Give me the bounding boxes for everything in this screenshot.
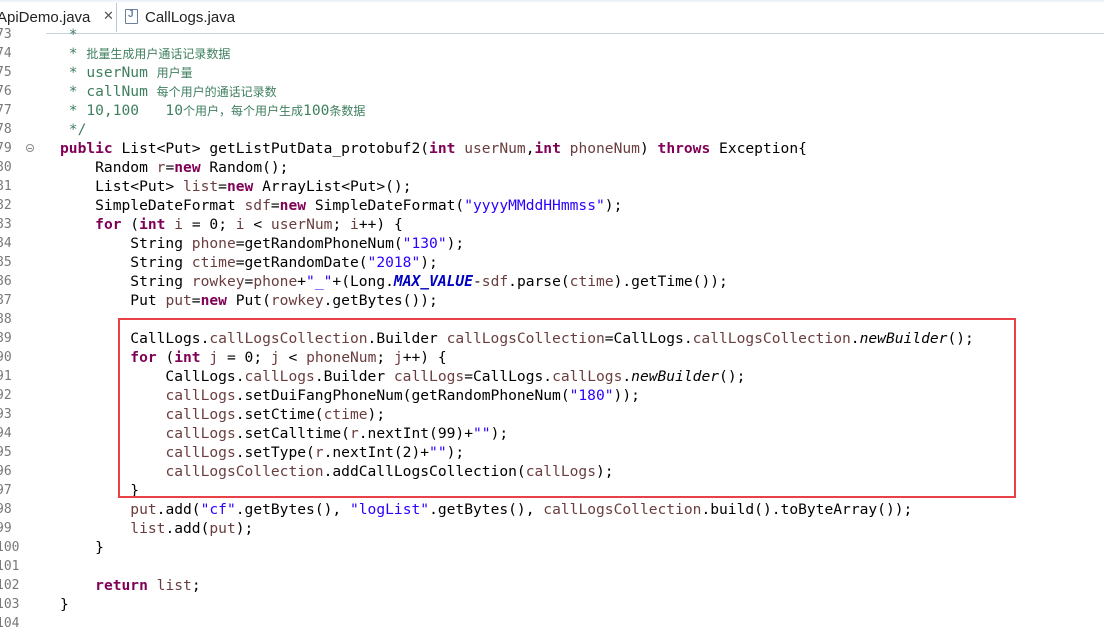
close-icon[interactable]: ✕ [103,8,114,24]
code-line[interactable]: 80 Random r=new Random(); [0,158,1104,177]
code-text: callLogs.setCalltime(r.nextInt(99)+""); [165,425,509,442]
line-number: 78 [0,122,12,137]
tab-label: CallLogs.java [145,9,236,26]
code-text: * [60,26,78,43]
code-line[interactable]: 83 for (int i = 0; i < userNum; i++) { [0,215,1104,234]
code-line[interactable]: 77 * 10,100 10个用户，每个用户生成100条数据 [0,101,1104,120]
line-number: 93 [0,407,12,422]
code-text: List<Put> list=new ArrayList<Put>(); [60,178,412,195]
code-text: * userNum 用户量 [60,64,193,81]
code-text: } [60,596,69,613]
code-text: SimpleDateFormat sdf=new SimpleDateForma… [60,197,623,214]
line-number: 87 [0,293,12,308]
code-line[interactable]: 74 * 批量生成用户通话记录数据 [0,44,1104,63]
code-text: String ctime=getRandomDate("2018"); [60,254,438,271]
code-line[interactable]: 97 } [0,481,1104,500]
code-line[interactable]: 102 return list; [0,576,1104,595]
code-text: } [60,539,104,556]
code-text: String rowkey=phone+"_"+(Long.MAX_VALUE-… [60,273,728,290]
line-number: 102 [0,578,20,593]
code-line[interactable]: 82 SimpleDateFormat sdf=new SimpleDateFo… [0,196,1104,215]
code-text: put.add("cf".getBytes(), "logList".getBy… [130,501,913,518]
code-line[interactable]: 100 } [0,538,1104,557]
line-number: 96 [0,464,12,479]
code-line[interactable]: 85 String ctime=getRandomDate("2018"); [0,253,1104,272]
code-text: CallLogs.callLogs.Builder callLogs=CallL… [60,368,746,385]
line-number: 91 [0,369,12,384]
code-text: CallLogs.callLogsCollection.Builder call… [60,330,974,347]
java-file-icon [125,9,138,24]
code-text: Random r=new Random(); [60,159,289,176]
line-number: 81 [0,179,12,194]
code-line[interactable]: 94 callLogs.setCalltime(r.nextInt(99)+""… [0,424,1104,443]
line-number: 99 [0,521,12,536]
fold-toggle-icon[interactable] [26,144,34,152]
code-line[interactable]: 78 */ [0,120,1104,139]
code-line[interactable]: 88 [0,310,1104,329]
line-number: 103 [0,597,20,612]
code-line[interactable]: 99 list.add(put); [0,519,1104,538]
code-line[interactable]: 81 List<Put> list=new ArrayList<Put>(); [0,177,1104,196]
code-text: * 批量生成用户通话记录数据 [60,45,231,62]
code-line[interactable]: 84 String phone=getRandomPhoneNum("130")… [0,234,1104,253]
code-line[interactable]: 79 public List<Put> getListPutData_protob… [0,139,1104,158]
code-line[interactable]: 92 callLogs.setDuiFangPhoneNum(getRandom… [0,386,1104,405]
line-number: 92 [0,388,12,403]
line-number: 86 [0,274,12,289]
code-text: public List<Put> getListPutData_protobuf… [60,140,807,157]
line-number: 73 [0,27,12,42]
line-number: 75 [0,65,12,80]
line-number: 76 [0,84,12,99]
code-text: */ [60,121,87,138]
code-text: callLogs.setType(r.nextInt(2)+""); [165,444,465,461]
line-number: 104 [0,616,20,631]
code-text: list.add(put); [130,520,254,537]
line-number: 85 [0,255,12,270]
code-line[interactable]: 91 CallLogs.callLogs.Builder callLogs=Ca… [0,367,1104,386]
code-text: Put put=new Put(rowkey.getBytes()); [60,292,438,309]
line-number: 88 [0,312,12,327]
code-text: return list; [95,577,201,594]
line-number: 97 [0,483,12,498]
code-line[interactable]: 104 [0,614,1104,633]
code-line[interactable]: 98 put.add("cf".getBytes(), "logList".ge… [0,500,1104,519]
code-line[interactable]: 93 callLogs.setCtime(ctime); [0,405,1104,424]
code-line[interactable]: 89 CallLogs.callLogsCollection.Builder c… [0,329,1104,348]
line-number: 83 [0,217,12,232]
line-number: 101 [0,559,20,574]
line-number: 89 [0,331,12,346]
code-line[interactable]: 86 String rowkey=phone+"_"+(Long.MAX_VAL… [0,272,1104,291]
code-text: callLogs.setCtime(ctime); [165,406,386,423]
line-number: 82 [0,198,12,213]
line-number: 74 [0,46,12,61]
line-number: 77 [0,103,12,118]
code-text: * 10,100 10个用户，每个用户生成100条数据 [60,102,366,119]
code-text: } [60,482,140,499]
code-line[interactable]: 73 * [0,25,1104,44]
code-line[interactable]: 75 * userNum 用户量 [0,63,1104,82]
code-text: for (int j = 0; j < phoneNum; j++) { [130,349,447,366]
tab-label: ApiDemo.java [0,9,91,26]
code-line[interactable]: 96 callLogsCollection.addCallLogsCollect… [0,462,1104,481]
line-number: 90 [0,350,12,365]
code-text: * callNum 每个用户的通话记录数 [60,83,277,100]
code-line[interactable]: 101 [0,557,1104,576]
line-number: 79 [0,141,12,156]
code-text: callLogs.setDuiFangPhoneNum(getRandomPho… [165,387,640,404]
line-number: 98 [0,502,12,517]
code-text: String phone=getRandomPhoneNum("130"); [60,235,465,252]
line-number: 100 [0,540,20,555]
code-line[interactable]: 87 Put put=new Put(rowkey.getBytes()); [0,291,1104,310]
line-number: 80 [0,160,12,175]
code-line[interactable]: 103} [0,595,1104,614]
code-line[interactable]: 95 callLogs.setType(r.nextInt(2)+""); [0,443,1104,462]
code-editor[interactable]: 73 *74 * 批量生成用户通话记录数据75 * userNum 用户量76 … [0,26,1104,633]
line-number: 94 [0,426,12,441]
code-text: for (int i = 0; i < userNum; i++) { [95,216,403,233]
code-text: callLogsCollection.addCallLogsCollection… [165,463,614,480]
line-number: 95 [0,445,12,460]
code-line[interactable]: 90 for (int j = 0; j < phoneNum; j++) { [0,348,1104,367]
line-number: 84 [0,236,12,251]
code-line[interactable]: 76 * callNum 每个用户的通话记录数 [0,82,1104,101]
